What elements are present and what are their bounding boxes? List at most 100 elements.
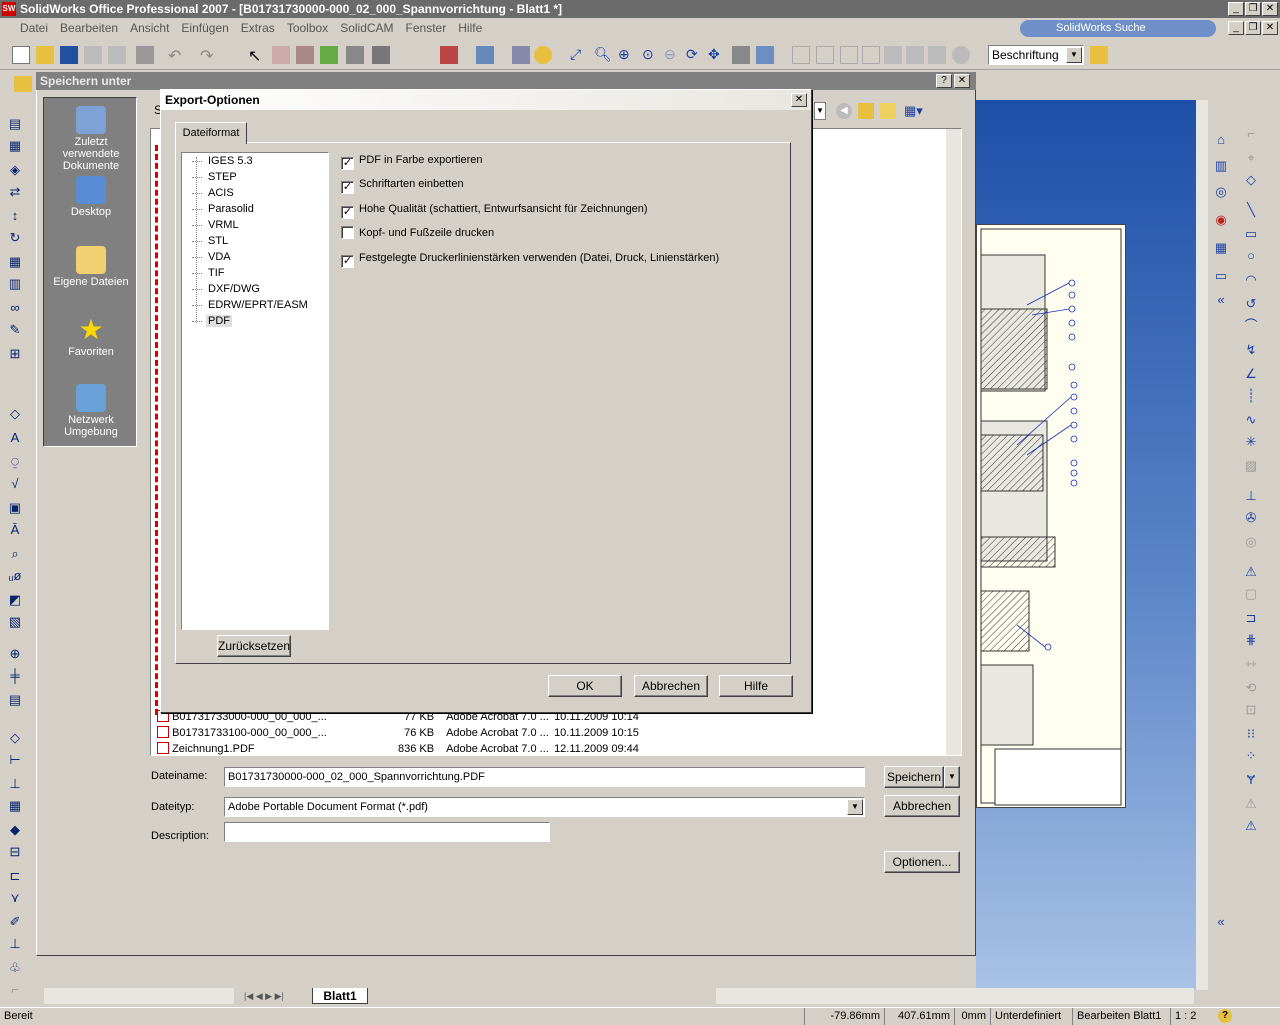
shaded-icon[interactable]	[862, 46, 880, 64]
menu-ansicht[interactable]: Ansicht	[124, 18, 175, 38]
center-mark-icon[interactable]: ⊕	[6, 646, 24, 662]
format-dxf-dwg[interactable]: DXF/DWG	[192, 281, 262, 297]
grid-icon[interactable]: ⊞	[6, 346, 24, 362]
realview-icon[interactable]	[952, 46, 970, 64]
smart-dim-tool-icon[interactable]: ⌖	[1242, 150, 1260, 166]
note-icon[interactable]: ▤	[6, 116, 24, 132]
collapse-icon[interactable]: «	[1212, 292, 1230, 308]
trim-icon[interactable]: ⚠	[1242, 564, 1260, 580]
custom-props-icon[interactable]: ▭	[1212, 268, 1230, 284]
graphics-horizontal-scrollbar[interactable]	[716, 988, 1194, 1004]
option-high-quality[interactable]: ✓ Hohe Qualität (schattiert, Entwurfsansi…	[341, 201, 648, 219]
dim-icon[interactable]: ↕	[6, 208, 24, 224]
point-icon[interactable]: ✳	[1242, 434, 1260, 450]
search-icon[interactable]: ⌕	[6, 546, 24, 562]
chevron-down-icon[interactable]: ▼	[1066, 47, 1082, 63]
checkbox-header-footer[interactable]	[341, 226, 354, 239]
print-icon[interactable]	[84, 46, 102, 64]
chevron-down-icon[interactable]: ▼	[847, 799, 863, 815]
sheet-nav-arrows[interactable]: |◀ ◀ ▶ ▶|	[244, 988, 314, 1004]
offset-icon[interactable]: ⊐	[1242, 610, 1260, 626]
up-folder-icon[interactable]	[858, 103, 874, 119]
annotation-combo[interactable]: Beschriftung ▼	[988, 45, 1084, 65]
menu-toolbox[interactable]: Toolbox	[281, 18, 334, 38]
drawing-sheet[interactable]	[976, 224, 1126, 808]
print-preview-icon[interactable]	[108, 46, 126, 64]
back-icon[interactable]: ◀	[836, 103, 852, 119]
view-orientation-icon[interactable]	[732, 46, 750, 64]
arc-icon[interactable]: ◠	[1242, 272, 1260, 288]
shadows-icon[interactable]	[906, 46, 924, 64]
smart-dim-icon[interactable]: ◇	[6, 406, 24, 422]
angle-dim-icon[interactable]: ⋎	[6, 890, 24, 906]
vertical-dim-icon[interactable]: ⊥	[6, 776, 24, 792]
spline-icon[interactable]: ∿	[1242, 412, 1260, 428]
option-embed-fonts[interactable]: ✓ Schriftarten einbetten	[341, 176, 464, 194]
circle-icon[interactable]: ○	[1242, 248, 1260, 264]
move-icon[interactable]: ⇿	[1242, 656, 1260, 672]
zoom-in-out-icon[interactable]: ⊕	[618, 46, 636, 64]
balloon-icon[interactable]: ⍜	[6, 454, 24, 470]
area-hatch-icon[interactable]: ▧	[6, 614, 24, 630]
file-list-scrollbar[interactable]	[946, 129, 961, 755]
new-folder-icon[interactable]	[880, 103, 896, 119]
format-edrw[interactable]: EDRW/EPRT/EASM	[192, 297, 310, 313]
place-network[interactable]: Netzwerk Umgebung	[44, 384, 138, 438]
checkbox-high-quality[interactable]: ✓	[341, 206, 354, 219]
explorer-icon[interactable]: ◎	[1212, 184, 1230, 200]
minimize-button[interactable]: _	[1228, 2, 1244, 16]
chamfer-dim-icon[interactable]: ⊟	[6, 844, 24, 860]
scale-icon[interactable]: ⊡	[1242, 702, 1260, 718]
place-recent[interactable]: Zuletzt verwendete Dokumente	[44, 106, 138, 172]
3d-view-icon[interactable]	[756, 46, 774, 64]
restore-button[interactable]: ❐	[1245, 2, 1261, 16]
wireframe-icon[interactable]	[792, 46, 810, 64]
link-icon[interactable]: ∞	[6, 300, 24, 316]
sheet-tab[interactable]: Blatt1	[312, 988, 368, 1004]
format-vrml[interactable]: VRML	[192, 217, 241, 233]
display-icon[interactable]	[440, 46, 458, 64]
options-button[interactable]: Optionen...	[884, 851, 960, 873]
warning-icon[interactable]: ⚠	[1242, 796, 1260, 812]
zoom-fit-icon[interactable]: ⤢	[570, 46, 588, 64]
check-icon[interactable]: √	[6, 476, 24, 492]
rebuild-icon[interactable]	[296, 46, 314, 64]
datum-target-icon[interactable]: ⊥	[6, 936, 24, 952]
shaded-edges-icon[interactable]	[840, 46, 858, 64]
search-box[interactable]: SolidWorks Suche	[1020, 20, 1216, 37]
rotate-tool-icon[interactable]: ⟲	[1242, 680, 1260, 696]
cancel-button[interactable]: Abbrechen	[884, 795, 960, 817]
library-icon[interactable]: ▥	[1212, 158, 1230, 174]
option-printer-lineweights[interactable]: ✓ Festgelegte Druckerlinienstärken verwen…	[341, 250, 719, 268]
mate-icon[interactable]: ⇄	[6, 184, 24, 200]
format-iges[interactable]: IGES 5.3	[192, 153, 255, 169]
expand-icon[interactable]: «	[1212, 914, 1230, 930]
export-cancel-button[interactable]: Abbrechen	[634, 675, 708, 697]
menu-datei[interactable]: Datei	[0, 18, 54, 38]
appearance-icon[interactable]: ▦	[1212, 240, 1230, 256]
section-view-icon[interactable]	[884, 46, 902, 64]
path-dim-icon[interactable]: ✐	[6, 914, 24, 930]
previous-view-icon[interactable]: ⊖	[664, 46, 682, 64]
menu-hilfe[interactable]: Hilfe	[452, 18, 488, 38]
open-icon[interactable]	[36, 46, 54, 64]
copy-icon[interactable]: ⁝⁝	[1242, 726, 1260, 742]
checkbox-printer-lineweights[interactable]: ✓	[341, 255, 354, 268]
format-acis[interactable]: ACIS	[192, 185, 236, 201]
polyline-2-icon[interactable]: ∠	[1242, 366, 1260, 382]
help-icon[interactable]	[534, 46, 552, 64]
format-tif[interactable]: TIF	[192, 265, 227, 281]
sketch-icon[interactable]: ▦	[6, 138, 24, 154]
ordinate-dim-icon[interactable]: ◆	[6, 822, 24, 838]
block-tool-icon[interactable]: ⁘	[1242, 748, 1260, 764]
list-icon[interactable]	[512, 46, 530, 64]
polyline-icon[interactable]: ↯	[1242, 342, 1260, 358]
save-button[interactable]: Speichern	[884, 766, 944, 788]
save-as-close-button[interactable]: ✕	[954, 74, 970, 88]
auto-dim-icon[interactable]: ⊏	[6, 868, 24, 884]
format-step[interactable]: STEP	[192, 169, 239, 185]
save-icon[interactable]	[60, 46, 78, 64]
menu-einfuegen[interactable]: Einfügen	[175, 18, 234, 38]
format-stl[interactable]: STL	[192, 233, 230, 249]
hatch-tool-icon[interactable]: ▨	[1242, 458, 1260, 474]
